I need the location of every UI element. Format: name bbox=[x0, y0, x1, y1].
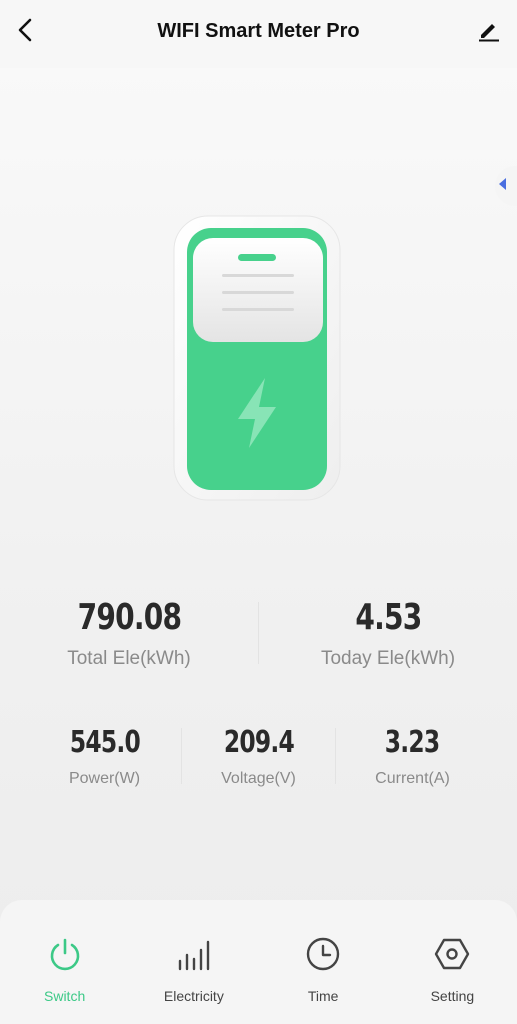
stat-label: Voltage(V) bbox=[221, 769, 296, 787]
stat-value: 4.53 bbox=[354, 596, 422, 638]
stat-total-energy: 790.08 Total Ele(kWh) bbox=[0, 597, 258, 670]
side-panel-handle[interactable] bbox=[495, 166, 517, 206]
meter-device-illustration[interactable] bbox=[172, 214, 342, 502]
edit-button[interactable] bbox=[473, 16, 505, 48]
stat-value: 545.0 bbox=[69, 724, 140, 760]
pencil-icon bbox=[477, 18, 501, 47]
tab-label: Setting bbox=[430, 988, 475, 1004]
tab-label: Switch bbox=[44, 988, 86, 1004]
tab-label: Time bbox=[307, 988, 339, 1004]
stats-primary-row: 790.08 Total Ele(kWh) 4.53 Today Ele(kWh… bbox=[0, 592, 517, 674]
stat-value: 3.23 bbox=[385, 724, 440, 760]
page-title: WIFI Smart Meter Pro bbox=[157, 20, 360, 42]
bar-chart-icon bbox=[174, 934, 214, 974]
stat-label: Power(W) bbox=[68, 769, 141, 787]
stat-label: Today Ele(kWh) bbox=[320, 647, 456, 669]
stat-current: 3.23 Current(A) bbox=[336, 725, 517, 788]
clock-icon bbox=[303, 934, 343, 974]
stat-value: 790.08 bbox=[77, 596, 181, 638]
stat-label: Current(A) bbox=[375, 769, 450, 787]
power-icon bbox=[45, 934, 85, 974]
tab-setting[interactable]: Setting bbox=[388, 900, 517, 1024]
tab-label: Electricity bbox=[163, 988, 224, 1004]
stat-voltage: 209.4 Voltage(V) bbox=[182, 725, 335, 788]
hexagon-settings-icon bbox=[432, 934, 472, 974]
stat-today-energy: 4.53 Today Ele(kWh) bbox=[259, 597, 517, 670]
tab-switch[interactable]: Switch bbox=[0, 900, 129, 1024]
stats-secondary-row: 545.0 Power(W) 209.4 Voltage(V) 3.23 Cur… bbox=[0, 718, 517, 794]
stat-value: 209.4 bbox=[223, 724, 294, 760]
bottom-tab-bar: Switch Electricity Time Setting bbox=[0, 900, 517, 1024]
top-bar: WIFI Smart Meter Pro bbox=[0, 0, 517, 68]
tab-time[interactable]: Time bbox=[259, 900, 388, 1024]
stat-power: 545.0 Power(W) bbox=[0, 725, 181, 788]
stat-label: Total Ele(kWh) bbox=[67, 647, 191, 669]
tab-electricity[interactable]: Electricity bbox=[129, 900, 258, 1024]
triangle-left-icon bbox=[499, 177, 507, 195]
